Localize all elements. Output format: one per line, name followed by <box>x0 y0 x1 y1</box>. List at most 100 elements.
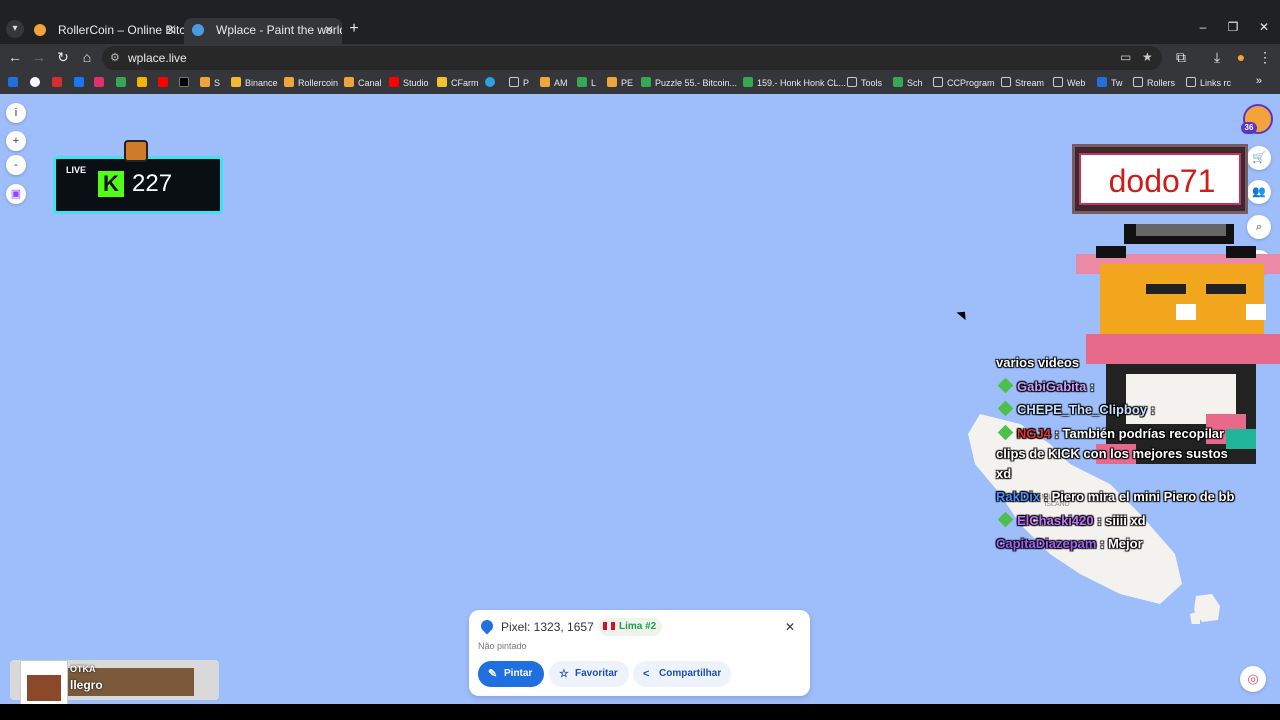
paint-button[interactable]: ✎ Pintar <box>478 661 544 687</box>
bookmark-folder-ccprogram[interactable]: CCProgram <box>933 75 995 91</box>
bookmark-telegram-icon[interactable] <box>485 75 499 91</box>
profile-extension-icon[interactable]: ● <box>1232 49 1250 65</box>
url-text[interactable]: wplace.live <box>128 51 187 65</box>
download-icon[interactable]: ⤓ <box>1208 49 1226 66</box>
reload-icon[interactable]: ↻ <box>54 49 72 66</box>
share-button[interactable]: < Compartilhar <box>633 661 731 687</box>
chat-message: ElChaski420 : siiii xd <box>996 511 1146 528</box>
bookmark-folder-web[interactable]: Web <box>1053 75 1085 91</box>
shop-cart-icon[interactable]: 🛒 <box>1247 146 1271 170</box>
bookmark-red-icon[interactable] <box>52 75 66 91</box>
bookmark-sch[interactable]: Sch <box>893 75 923 91</box>
install-app-icon[interactable]: ▭ <box>1120 50 1131 64</box>
bookmark-folder-links-rc[interactable]: Links rc <box>1186 75 1231 91</box>
bookmark-cfarm[interactable]: CFarm <box>437 75 479 91</box>
bottom-bar <box>0 704 1280 720</box>
chat-message: CapitaDiazepam : Mejor <box>996 536 1143 551</box>
extensions-icon[interactable]: ⧉ <box>1172 49 1190 66</box>
close-icon[interactable]: ✕ <box>166 18 176 42</box>
bookmark-facebook-icon[interactable] <box>74 75 88 91</box>
bookmark-folder-stream[interactable]: Stream <box>1001 75 1044 91</box>
bookmark-canal[interactable]: Canal <box>344 75 382 91</box>
bookmark-rollercoin[interactable]: Rollercoin <box>284 75 338 91</box>
close-icon[interactable]: ✕ <box>324 18 334 42</box>
bookmark-instagram-icon[interactable] <box>94 75 108 91</box>
bookmark-pe[interactable]: PE <box>607 75 633 91</box>
streamer-avatar-icon <box>124 140 148 162</box>
bookmark-outlook-icon[interactable] <box>8 75 22 91</box>
zoom-out-button[interactable]: - <box>6 155 26 175</box>
stream-line2: llegro <box>70 678 103 692</box>
favorite-button[interactable]: ☆ Favoritar <box>549 661 629 687</box>
bookmark-puzzle[interactable]: Puzzle 55.- Bitcoin... <box>641 75 737 91</box>
new-tab-button[interactable]: + <box>346 20 362 38</box>
islet-map-shape <box>1194 594 1220 622</box>
minimize-icon[interactable]: – <box>1195 20 1211 34</box>
bookmark-folder-tools[interactable]: Tools <box>847 75 882 91</box>
viewer-count: 227 <box>132 170 173 197</box>
pixel-coordinates: Pixel: 1323, 1657 <box>501 620 594 634</box>
bookmark-studio[interactable]: Studio <box>389 75 429 91</box>
zoom-in-button[interactable]: + <box>6 131 26 151</box>
bookmark-star-icon[interactable]: ★ <box>1142 50 1153 64</box>
stream-line1: OTKA <box>70 664 96 674</box>
bookmark-l[interactable]: L <box>577 75 596 91</box>
site-info-icon[interactable]: ⚙ <box>110 51 120 64</box>
bookmark-am[interactable]: AM <box>540 75 568 91</box>
badge-icon <box>997 424 1014 441</box>
streamer-name: dodo71 <box>1108 163 1216 199</box>
chat-message: GabiGabita : <box>996 377 1094 394</box>
chat-message: xd <box>996 466 1012 481</box>
chat-message: clips de KICK con los mejores sustos <box>996 446 1228 461</box>
badge-icon <box>997 377 1014 394</box>
region-badge[interactable]: Lima #2 <box>599 618 663 636</box>
pixel-status: Não pintado <box>478 641 527 651</box>
menu-icon[interactable]: ⋮ <box>1256 49 1274 66</box>
pixel-art-character <box>1076 224 1280 464</box>
bookmark-youtube-icon[interactable] <box>158 75 172 91</box>
user-level-badge: 36 <box>1241 122 1257 134</box>
bookmark-honk[interactable]: 159.- Honk Honk CL... <box>743 75 846 91</box>
bookmark-drive-icon[interactable] <box>116 75 130 91</box>
forward-icon[interactable]: → <box>30 49 48 65</box>
info-button[interactable]: i <box>6 103 26 123</box>
tab-rollercoin[interactable]: RollerCoin – Online Bitcoin Mi ✕ <box>26 18 184 44</box>
kick-logo-icon: K <box>98 171 124 197</box>
bookmark-tw[interactable]: Tw <box>1097 75 1123 91</box>
restore-icon[interactable]: ❐ <box>1225 20 1241 34</box>
rollercoin-favicon-icon <box>34 24 46 36</box>
chat-message: NGJ4 : También podrías recopilar <box>996 424 1224 441</box>
kick-viewers-widget: LIVE K 227 <box>53 156 223 214</box>
people-icon[interactable]: 👥 <box>1247 180 1271 204</box>
live-label: LIVE <box>66 165 87 175</box>
tab-wplace[interactable]: Wplace - Paint the world ✕ <box>184 18 342 44</box>
bookmark-x-icon[interactable] <box>179 75 193 91</box>
tab-search-dropdown[interactable]: ▾ <box>6 20 24 38</box>
peru-flag-icon <box>603 622 615 630</box>
badge-icon <box>997 511 1014 528</box>
bookmark-folder-p[interactable]: P <box>509 75 529 91</box>
window-close-icon[interactable]: ✕ <box>1256 20 1272 34</box>
my-location-icon[interactable]: ◎ <box>1240 666 1266 692</box>
back-icon[interactable]: ← <box>6 49 24 65</box>
star-icon: ☆ <box>559 668 569 680</box>
close-panel-button[interactable]: ✕ <box>779 616 801 638</box>
browser-toolbar: ← → ↻ ⌂ ⚙ wplace.live ▭ ★ ⧉ ⤓ ● ⋮ <box>0 44 1280 72</box>
chat-message: varios videos <box>996 355 1080 370</box>
map-canvas[interactable]: i + - ▣ LIVE K 227 SAN LORENZO ISLAND 36… <box>0 94 1280 704</box>
address-bar[interactable]: ⚙ wplace.live ▭ ★ <box>102 46 1162 70</box>
more-bookmarks-icon[interactable]: » <box>1256 75 1262 87</box>
stream-thumbnail <box>20 660 68 704</box>
wplace-favicon-icon <box>192 24 204 36</box>
bookmark-binance[interactable]: Binance <box>231 75 278 91</box>
streamer-nameplate: dodo71 <box>1072 144 1248 214</box>
home-icon[interactable]: ⌂ <box>78 49 96 65</box>
chat-message: CHEPE_The_Clipboy : <box>996 400 1155 417</box>
twitch-icon[interactable]: ▣ <box>6 184 26 204</box>
bookmark-folder-rollers[interactable]: Rollers <box>1133 75 1175 91</box>
bookmark-threads-icon[interactable] <box>30 75 44 91</box>
bookmark-app-icon[interactable] <box>137 75 151 91</box>
bookmark-s[interactable]: S <box>200 75 220 91</box>
bookmarks-bar: S Binance Rollercoin Canal Studio CFarm … <box>0 72 1280 94</box>
location-pin-icon <box>478 617 496 635</box>
